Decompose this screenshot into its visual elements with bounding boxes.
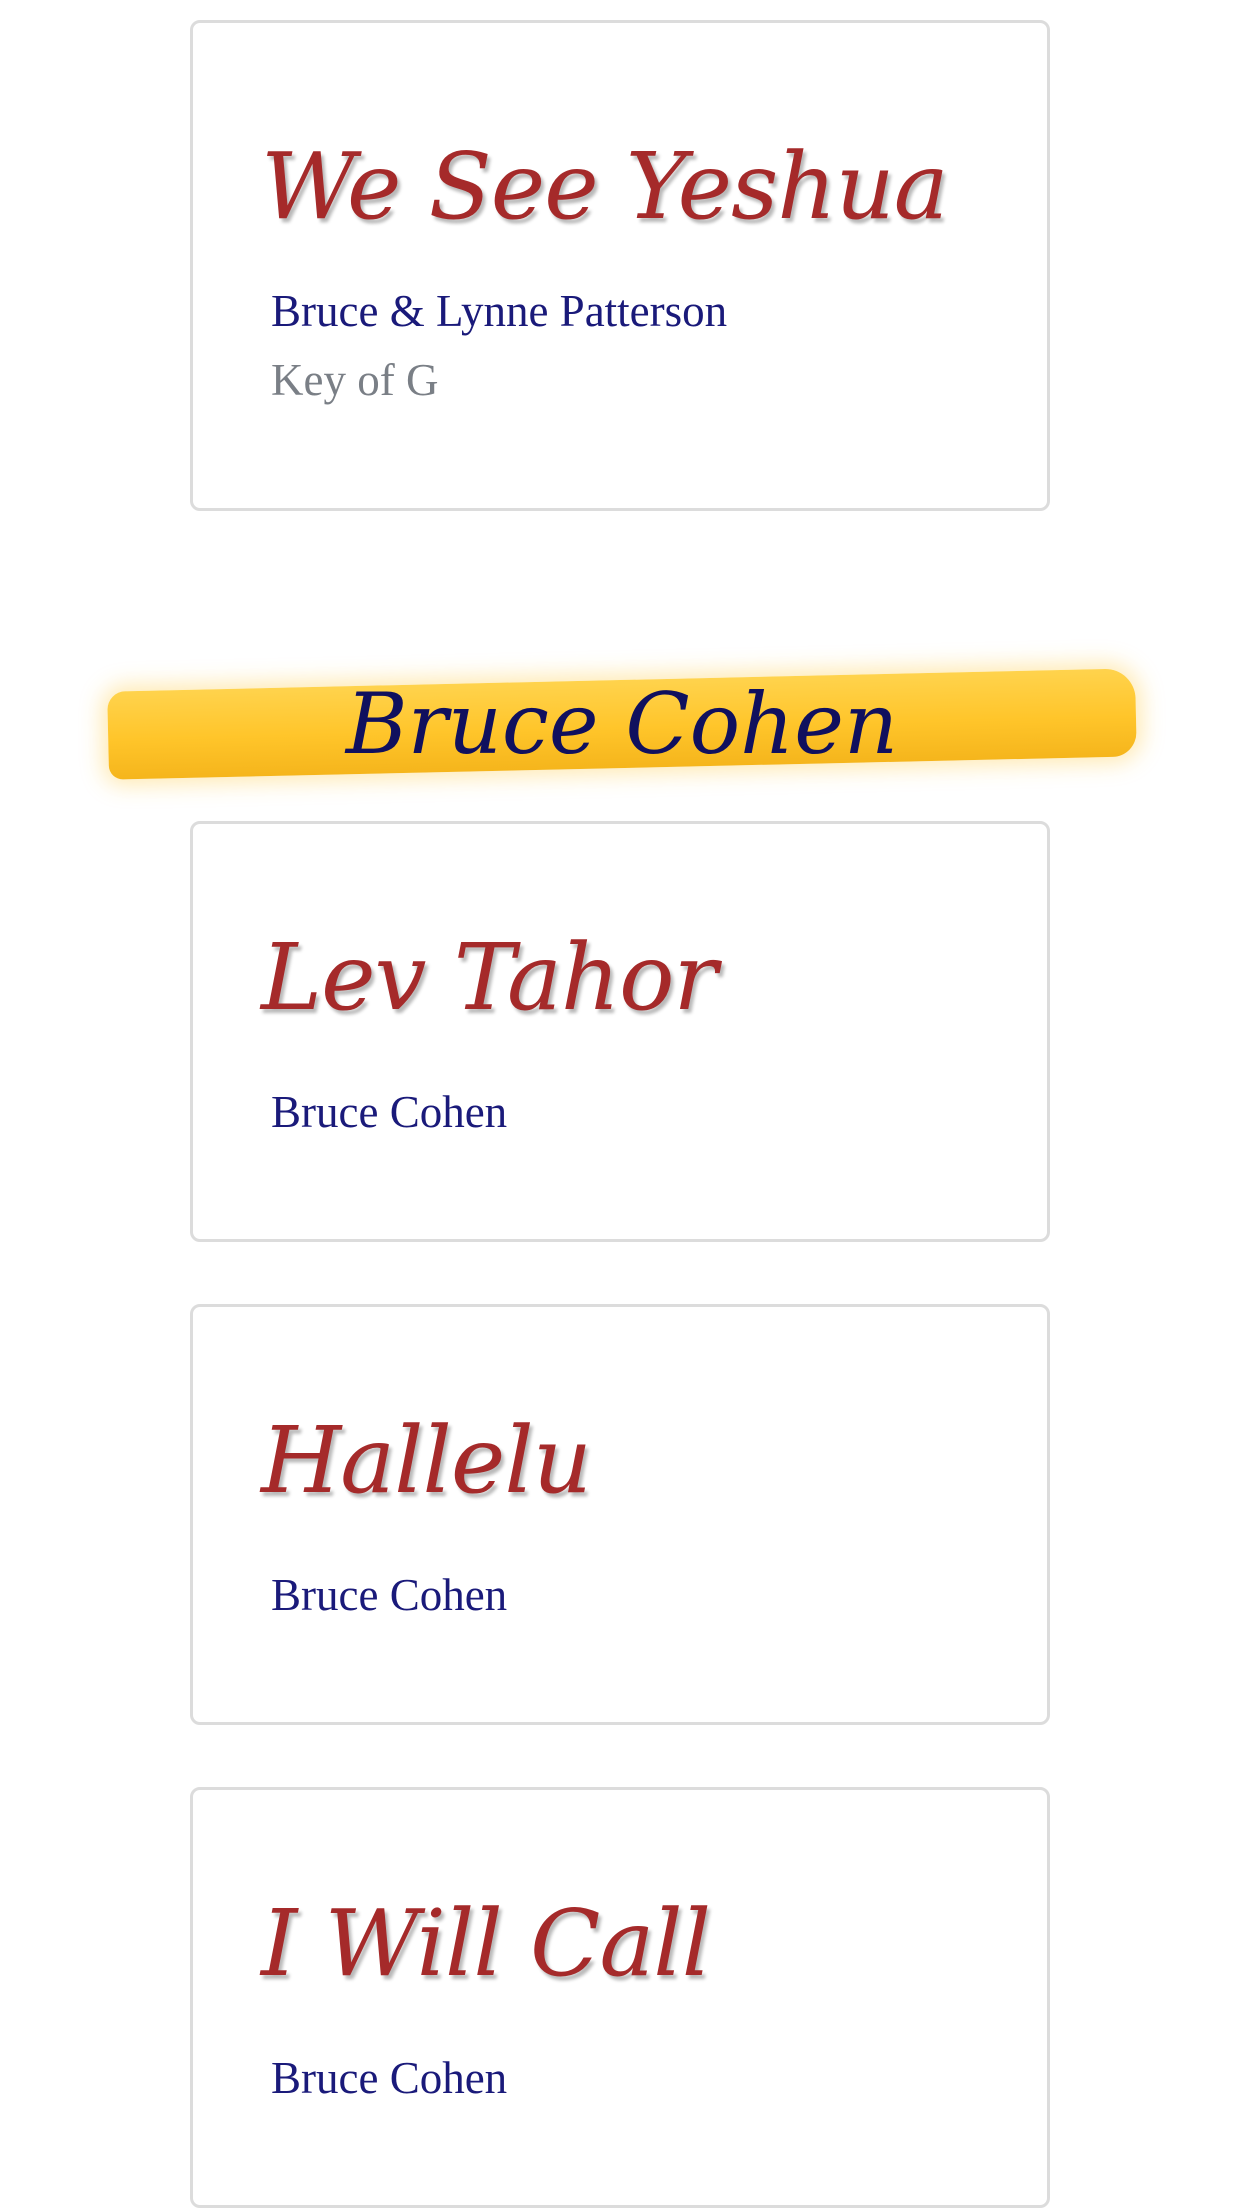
song-artist: Bruce Cohen xyxy=(271,1087,508,1137)
song-title: Lev Tahor xyxy=(261,924,717,1031)
section-header: Bruce Cohen xyxy=(107,668,1137,780)
song-title: Hallelu xyxy=(261,1407,592,1514)
song-key: Key of G xyxy=(271,355,439,405)
song-artist: Bruce & Lynne Patterson xyxy=(271,286,728,336)
song-title: I Will Call xyxy=(261,1890,711,1997)
song-title: We See Yeshua xyxy=(261,133,949,240)
song-card[interactable]: We See Yeshua Bruce & Lynne Patterson Ke… xyxy=(190,20,1050,511)
song-artist: Bruce Cohen xyxy=(271,2053,508,2103)
song-card[interactable]: I Will Call Bruce Cohen xyxy=(190,1787,1050,2208)
section-title: Bruce Cohen xyxy=(345,675,899,773)
song-artist: Bruce Cohen xyxy=(271,1570,508,1620)
song-card[interactable]: Lev Tahor Bruce Cohen xyxy=(190,821,1050,1242)
song-card[interactable]: Hallelu Bruce Cohen xyxy=(190,1304,1050,1725)
